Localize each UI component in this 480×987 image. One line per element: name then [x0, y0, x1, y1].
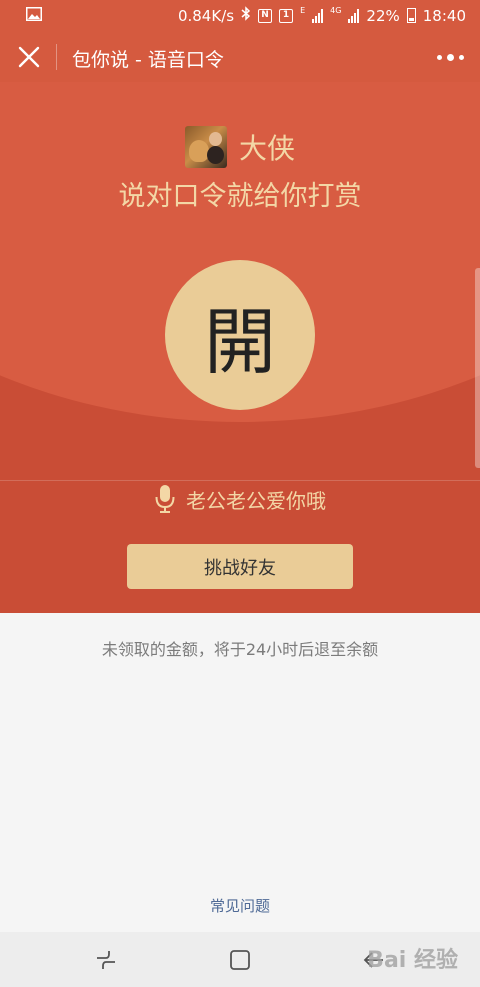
- status-bar: 0.84K/s N 1 E 4G 22% 18:40: [0, 0, 480, 32]
- network-speed: 0.84K/s: [177, 6, 235, 25]
- divider: [0, 480, 480, 481]
- more-dot-icon: [437, 55, 442, 60]
- data-type-label: E: [300, 6, 306, 15]
- microphone-icon: [154, 484, 176, 514]
- battery-icon: [406, 8, 416, 23]
- navigation-bar: Bai 经验: [0, 932, 480, 987]
- faq-link[interactable]: 常见问题: [0, 895, 480, 916]
- close-button[interactable]: [16, 44, 42, 70]
- avatar: [184, 126, 227, 168]
- recent-apps-button[interactable]: [94, 948, 118, 972]
- close-icon: [18, 46, 40, 68]
- signal-icon: [312, 8, 324, 23]
- sender-info: 大侠: [0, 126, 480, 168]
- refund-notice: 未领取的金额，将于24小时后退至余额: [101, 640, 379, 659]
- home-button[interactable]: [228, 948, 252, 972]
- page-title: 包你说 - 语音口令: [72, 49, 224, 71]
- red-envelope-panel: 大侠 说对口令就给你打赏 開 老公老公爱你哦 挑战好友: [0, 82, 480, 613]
- voice-phrase[interactable]: 老公老公爱你哦: [0, 484, 480, 514]
- sim-icon: 1: [279, 8, 294, 23]
- sender-name: 大侠: [238, 132, 295, 165]
- signal-icon-2: [348, 8, 360, 23]
- recent-apps-icon: [97, 951, 115, 969]
- bluetooth-icon: [241, 6, 251, 25]
- more-dot-icon: [447, 54, 454, 61]
- network-type-label: 4G: [330, 6, 342, 15]
- scroll-handle[interactable]: [475, 268, 480, 468]
- challenge-friend-button[interactable]: 挑战好友: [127, 544, 353, 589]
- app-header: 包你说 - 语音口令: [0, 32, 480, 82]
- voice-phrase-text: 老公老公爱你哦: [186, 488, 326, 513]
- battery-percent: 22%: [366, 6, 400, 25]
- gallery-icon: [26, 7, 42, 25]
- watermark: Bai 经验: [367, 948, 458, 973]
- more-dot-icon: [459, 55, 464, 60]
- nfc-icon: N: [258, 8, 273, 23]
- open-envelope-button[interactable]: 開: [165, 260, 315, 410]
- header-divider: [56, 44, 57, 70]
- home-icon: [230, 950, 250, 970]
- more-options-button[interactable]: [437, 54, 464, 61]
- envelope-subtitle: 说对口令就给你打赏: [118, 181, 362, 212]
- clock: 18:40: [422, 6, 466, 25]
